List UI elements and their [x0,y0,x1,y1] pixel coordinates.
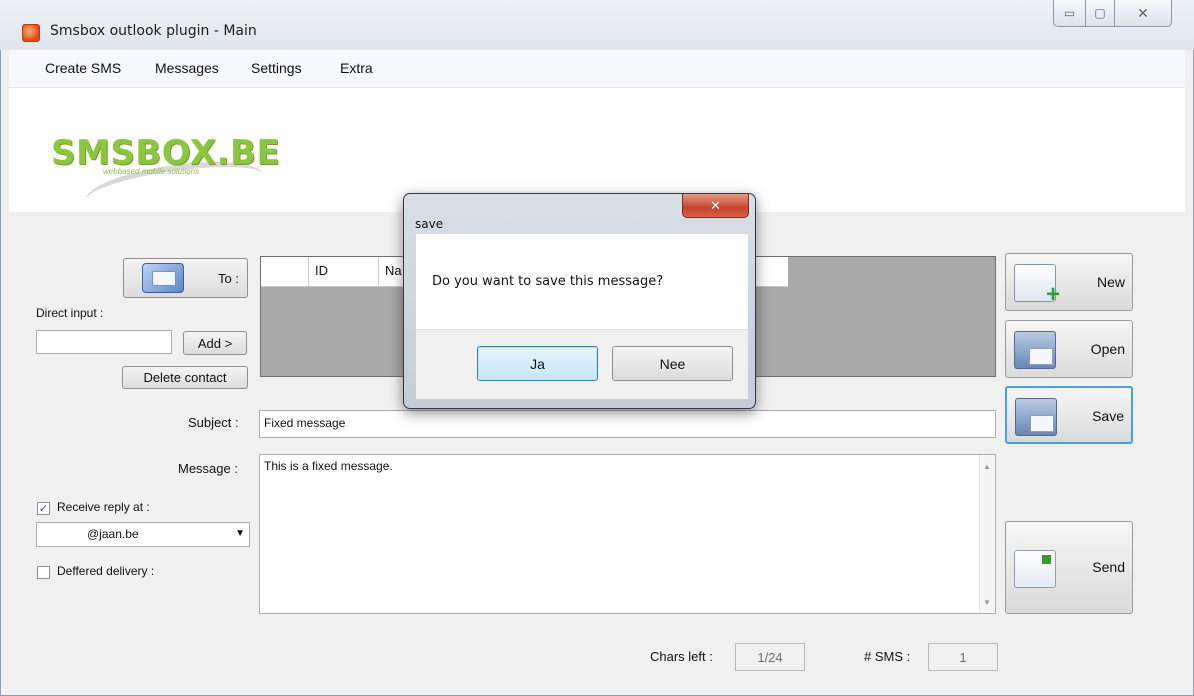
new-button[interactable]: New [1005,253,1133,311]
menu-create-sms[interactable]: Create SMS [45,60,121,76]
sms-count-value: 1 [928,643,998,671]
deferred-delivery-label: Deffered delivery : [57,564,155,578]
open-button-label: Open [1090,341,1125,357]
save-message-icon [1015,398,1057,436]
grid-header-id[interactable]: ID [309,257,379,287]
deferred-delivery-checkbox[interactable] [37,566,50,579]
new-button-label: New [1096,274,1125,290]
menu-extra[interactable]: Extra [340,60,373,76]
maximize-button[interactable]: ▢ [1085,0,1115,27]
grid-header-cell[interactable] [261,257,309,287]
dialog-title: save [415,217,444,231]
minimize-button[interactable]: ▭ [1053,0,1086,27]
app-icon [22,24,40,42]
open-button[interactable]: Open [1005,320,1133,378]
to-button-label: To : [218,270,239,286]
open-message-icon [1014,331,1056,369]
message-field[interactable]: This is a fixed message. [259,454,996,614]
chars-left-label: Chars left : [650,649,713,664]
no-button[interactable]: Nee [612,346,733,381]
receive-reply-label: Receive reply at : [57,500,150,514]
send-envelope-icon [1014,550,1056,588]
save-button-label: Save [1092,408,1124,424]
subject-label: Subject : [188,415,239,430]
direct-input-field[interactable] [36,330,172,354]
message-scrollbar[interactable] [979,455,995,613]
reply-address-select[interactable]: @jaan.be ▼ [36,522,250,547]
send-button-label: Send [1092,559,1125,575]
dialog-message: Do you want to save this message? [432,274,664,289]
scroll-down-icon[interactable]: ▼ [979,594,995,610]
logo-tagline: webbased mobile solutions [103,167,200,176]
receive-reply-checkbox[interactable]: ✓ [37,502,50,515]
dialog-close-button[interactable]: ✕ [682,194,749,218]
dropdown-arrow-icon: ▼ [235,528,245,539]
message-label: Message : [178,461,238,476]
delete-contact-button[interactable]: Delete contact [122,366,248,389]
direct-input-label: Direct input : [36,306,104,320]
send-button[interactable]: Send [1005,521,1133,614]
new-envelope-icon [1014,264,1060,309]
scroll-up-icon[interactable]: ▲ [979,458,995,474]
address-book-icon [142,263,184,293]
menu-messages[interactable]: Messages [155,60,219,76]
chars-left-value: 1/24 [735,643,805,671]
window-title: Smsbox outlook plugin - Main [50,23,257,39]
sms-count-label: # SMS : [864,649,911,664]
yes-button[interactable]: Ja [477,346,598,381]
subject-field[interactable]: Fixed message [259,410,996,438]
reply-address-value: @jaan.be [87,527,139,541]
save-button[interactable]: Save [1005,386,1133,444]
menu-settings[interactable]: Settings [251,60,302,76]
add-button[interactable]: Add > [183,331,247,355]
to-button[interactable]: To : [123,258,248,298]
close-button[interactable]: ✕ [1114,0,1172,27]
